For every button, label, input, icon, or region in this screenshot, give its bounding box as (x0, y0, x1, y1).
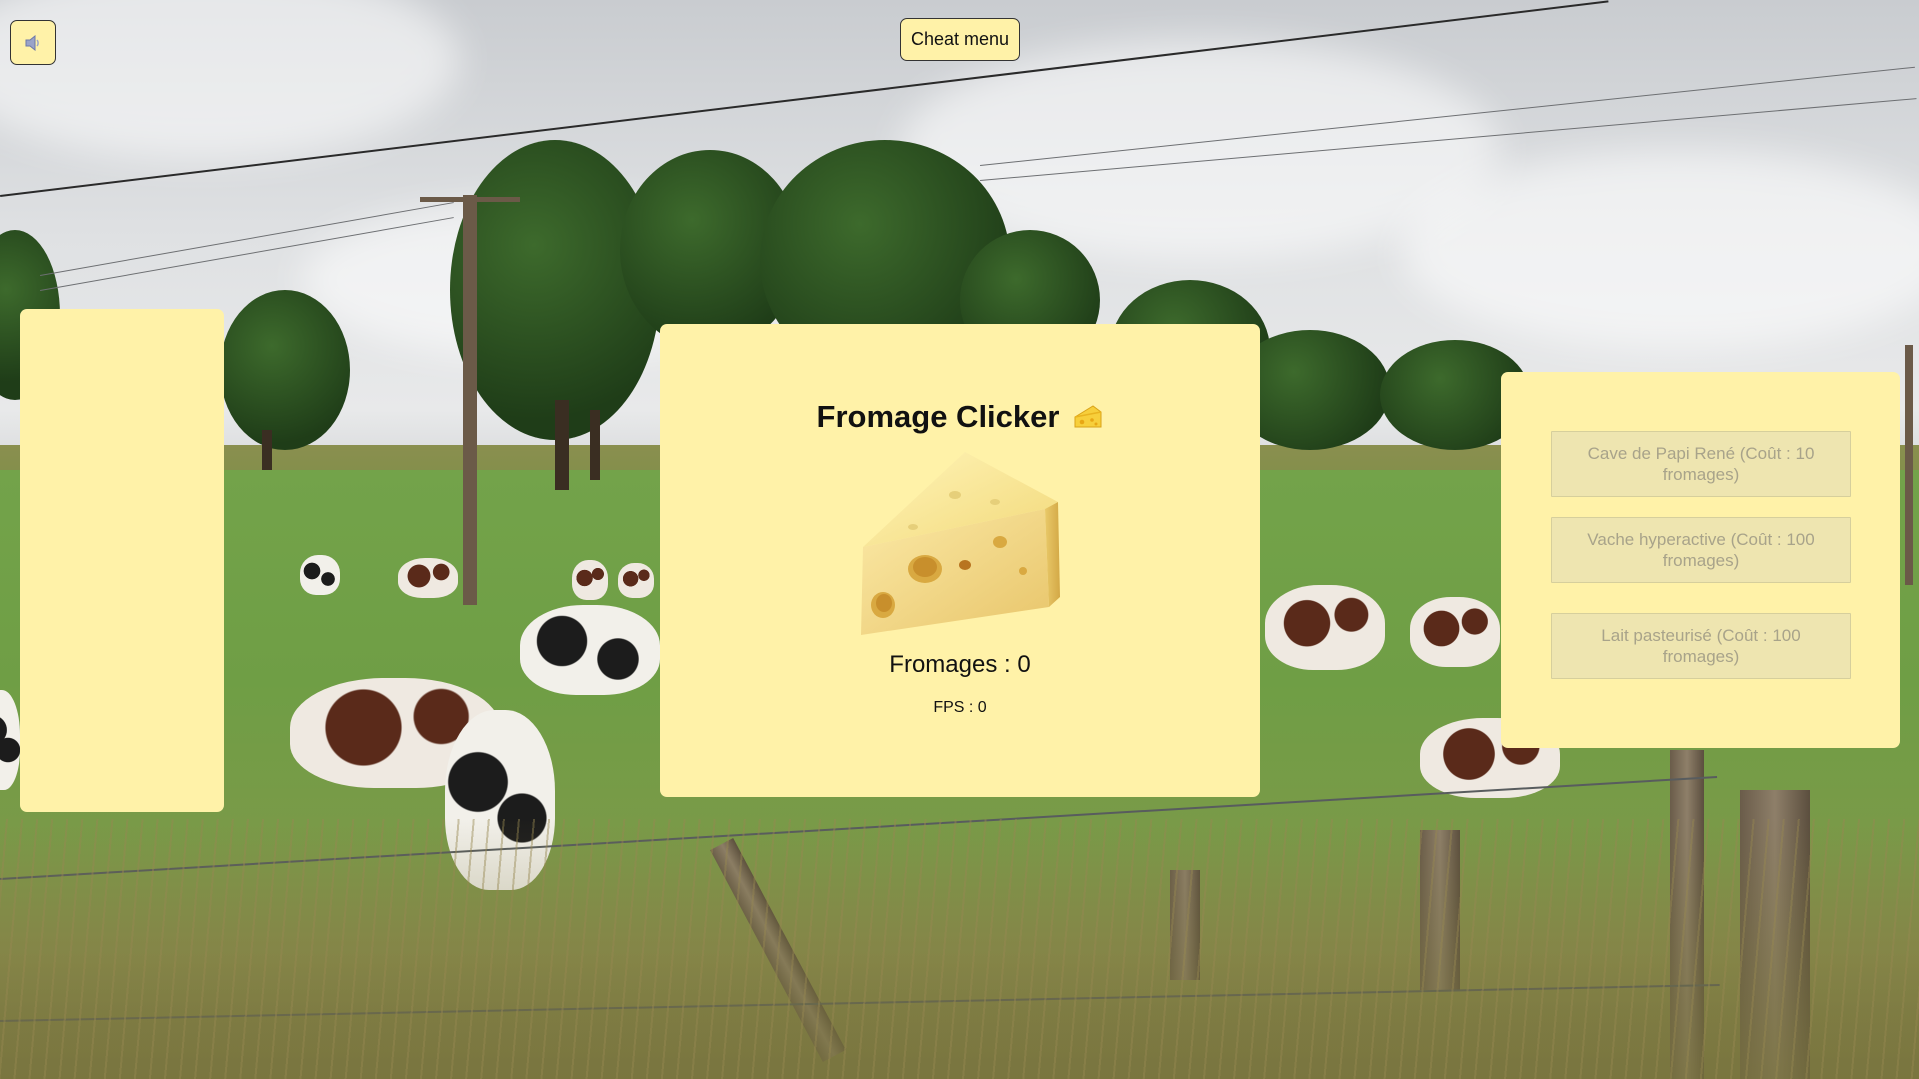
cheat-menu-button[interactable]: Cheat menu (900, 18, 1020, 61)
left-panel (20, 309, 224, 812)
main-game-panel: Fromage Clicker Fromages: 0 FPS: 0 (660, 324, 1260, 797)
game-title: Fromage Clicker (816, 399, 1060, 434)
sound-toggle-button[interactable] (10, 20, 56, 65)
fromages-count: Fromages : 0 (889, 651, 1031, 678)
speaker-icon (25, 34, 39, 51)
buy-vache-hyperactive-button[interactable]: Vache hyperactive (Coût : 100 fromages) (1551, 517, 1851, 583)
buy-lait-pasteurise-button[interactable]: Lait pasteurisé (Coût : 100 fromages) (1551, 613, 1851, 679)
cheese-emoji-icon (1074, 405, 1102, 428)
cheese-click-target[interactable] (855, 447, 1065, 637)
fps-readout: FPS : 0 (933, 699, 987, 716)
shop-panel: Cave de Papi René (Coût : 10 fromages) V… (1501, 372, 1900, 748)
buy-cave-papi-rene-button[interactable]: Cave de Papi René (Coût : 10 fromages) (1551, 431, 1851, 497)
